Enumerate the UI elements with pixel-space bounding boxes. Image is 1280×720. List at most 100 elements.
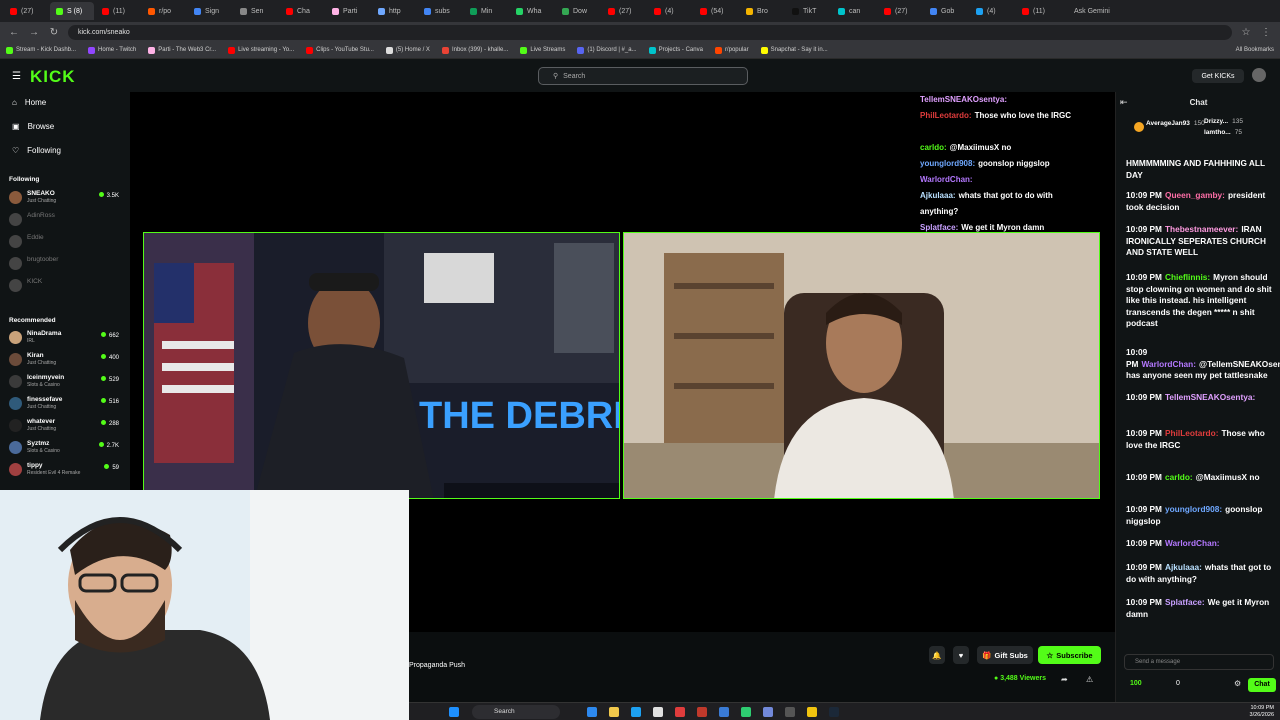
- gifter-item[interactable]: Drizzy... 135: [1204, 118, 1243, 125]
- channel-item[interactable]: KICK: [9, 276, 121, 296]
- folder-icon[interactable]: [609, 707, 619, 717]
- bookmark-item[interactable]: Clips - YouTube Stu...: [306, 46, 374, 54]
- store-icon[interactable]: [653, 707, 663, 717]
- channel-item[interactable]: Iceinmyvein Slots & Casino 529: [9, 372, 121, 392]
- channel-item[interactable]: Eddie: [9, 232, 121, 252]
- chat-username[interactable]: Chieflinnis:: [1165, 272, 1210, 282]
- browser-tab[interactable]: (54): [694, 2, 738, 20]
- channel-item[interactable]: brugtoober: [9, 254, 121, 274]
- browser-tab[interactable]: (27): [602, 2, 646, 20]
- browser-tab[interactable]: subs: [418, 2, 462, 20]
- gift-subs-button[interactable]: 🎁 Gift Subs: [977, 646, 1033, 664]
- reload-icon[interactable]: ↻: [48, 27, 60, 38]
- channel-item[interactable]: SNEAKO Just Chatting 3.5K: [9, 188, 121, 208]
- chat-username[interactable]: WarlordChan:: [1141, 359, 1196, 369]
- bookmark-item[interactable]: r/popular: [714, 46, 749, 54]
- bookmark-item[interactable]: Parti - The Web3 Cr...: [148, 46, 216, 54]
- gifter-item[interactable]: lamtho... 75: [1204, 129, 1242, 136]
- kick-logo[interactable]: KICK: [30, 67, 76, 87]
- settings-icon[interactable]: ⚙: [1234, 679, 1241, 688]
- channel-item[interactable]: Kiran Just Chatting 400: [9, 350, 121, 370]
- report-icon[interactable]: ⚠: [1086, 675, 1093, 684]
- channel-item[interactable]: finessefave Just Chatting 516: [9, 394, 121, 414]
- nav-home[interactable]: ⌂ Home: [12, 98, 46, 107]
- edge-icon[interactable]: [587, 707, 597, 717]
- chat-input[interactable]: Send a message: [1124, 654, 1274, 670]
- app-icon-3[interactable]: [741, 707, 751, 717]
- chat-username[interactable]: younglord908:: [1165, 504, 1222, 514]
- bookmark-item[interactable]: Live streaming - Yo...: [228, 46, 294, 54]
- browser-tab[interactable]: Gob: [924, 2, 968, 20]
- bookmark-item[interactable]: Live Streams: [520, 46, 565, 54]
- hamburger-menu-icon[interactable]: ☰: [12, 71, 21, 82]
- chat-username[interactable]: Thebestnameever:: [1165, 224, 1238, 234]
- bookmark-item[interactable]: Inbox (399) - khalle...: [441, 46, 508, 54]
- browser-tab[interactable]: Sen: [234, 2, 278, 20]
- app-icon[interactable]: [675, 707, 685, 717]
- channel-item[interactable]: whatever Just Chatting 288: [9, 416, 121, 436]
- ask-gemini-button[interactable]: Ask Gemini: [1068, 2, 1116, 20]
- browser-tab[interactable]: (27): [4, 2, 48, 20]
- star-icon[interactable]: ☆: [1240, 27, 1252, 38]
- bookmark-item[interactable]: Stream - Kick Dashb...: [6, 46, 76, 54]
- nav-following[interactable]: ♡ Following: [12, 146, 61, 155]
- heart-icon[interactable]: ♥: [953, 646, 969, 664]
- channel-item[interactable]: AdinRoss: [9, 210, 121, 230]
- forward-icon[interactable]: →: [28, 27, 40, 38]
- browser-tab[interactable]: Bro: [740, 2, 784, 20]
- bookmark-item[interactable]: (5) Home / X: [385, 46, 430, 54]
- browser-icon[interactable]: [631, 707, 641, 717]
- gifter-item[interactable]: AverageJan93 150: [1146, 120, 1205, 127]
- browser-tab[interactable]: (11): [1016, 2, 1060, 20]
- browser-tab[interactable]: (4): [970, 2, 1014, 20]
- browser-tab[interactable]: Sign: [188, 2, 232, 20]
- chrome-icon[interactable]: [807, 707, 817, 717]
- chat-username[interactable]: WarlordChan:: [1165, 538, 1220, 548]
- browser-tab[interactable]: Cha: [280, 2, 324, 20]
- points-count[interactable]: 100: [1130, 680, 1142, 687]
- avatar[interactable]: [1252, 68, 1266, 82]
- share-icon[interactable]: ➦: [1061, 675, 1068, 684]
- bookmark-item[interactable]: Projects - Canva: [648, 46, 703, 54]
- browser-tab[interactable]: http: [372, 2, 416, 20]
- chat-username[interactable]: TellemSNEAKOsentya:: [1165, 392, 1255, 402]
- browser-tab[interactable]: can: [832, 2, 876, 20]
- browser-tab[interactable]: r/po: [142, 2, 186, 20]
- browser-tab[interactable]: Dow: [556, 2, 600, 20]
- chat-username[interactable]: carldo:: [1165, 472, 1193, 482]
- browser-tab[interactable]: Wha: [510, 2, 554, 20]
- taskbar-search[interactable]: Search: [472, 705, 560, 719]
- url-field[interactable]: kick.com/sneako: [68, 24, 1232, 40]
- browser-tab[interactable]: Min: [464, 2, 508, 20]
- steam-icon[interactable]: [829, 707, 839, 717]
- channel-item[interactable]: tippy Resident Evil 4 Remake 59: [9, 460, 121, 480]
- browser-tab[interactable]: (4): [648, 2, 692, 20]
- app-icon-2[interactable]: [719, 707, 729, 717]
- chat-username[interactable]: PhilLeotardo:: [1165, 428, 1218, 438]
- windows-start-icon[interactable]: [449, 707, 459, 717]
- channel-item[interactable]: Syztmz Slots & Casino 2.7K: [9, 438, 121, 458]
- back-icon[interactable]: ←: [8, 27, 20, 38]
- browser-tab[interactable]: TikT: [786, 2, 830, 20]
- discord-icon[interactable]: [763, 707, 773, 717]
- bookmark-item[interactable]: Home - Twitch: [88, 46, 136, 54]
- app-icon-4[interactable]: [785, 707, 795, 717]
- chat-username[interactable]: Splatface:: [1165, 597, 1205, 607]
- chat-send-button[interactable]: Chat: [1248, 678, 1276, 692]
- browser-tab[interactable]: Parti: [326, 2, 370, 20]
- channel-item[interactable]: NinaDrama IRL 662: [9, 328, 121, 348]
- search-input[interactable]: ⚲ Search: [538, 67, 748, 85]
- bookmark-item[interactable]: Snapchat - Say it in...: [760, 46, 828, 54]
- nav-browse[interactable]: ▣ Browse: [12, 122, 54, 131]
- menu-icon[interactable]: ⋮: [1260, 27, 1272, 38]
- subscribe-button[interactable]: ☆ Subscribe: [1038, 646, 1101, 664]
- all-bookmarks[interactable]: All Bookmarks: [1236, 47, 1274, 53]
- browser-tab[interactable]: S (8): [50, 2, 94, 20]
- browser-tab[interactable]: (11): [96, 2, 140, 20]
- browser-tab[interactable]: (27): [878, 2, 922, 20]
- bell-icon[interactable]: 🔔: [929, 646, 945, 664]
- chat-username[interactable]: Ajkulaaa:: [1165, 562, 1202, 572]
- bookmark-item[interactable]: (1) Discord | #_a...: [577, 46, 637, 54]
- get-kicks-button[interactable]: Get KICKs: [1192, 69, 1244, 83]
- opera-icon[interactable]: [697, 707, 707, 717]
